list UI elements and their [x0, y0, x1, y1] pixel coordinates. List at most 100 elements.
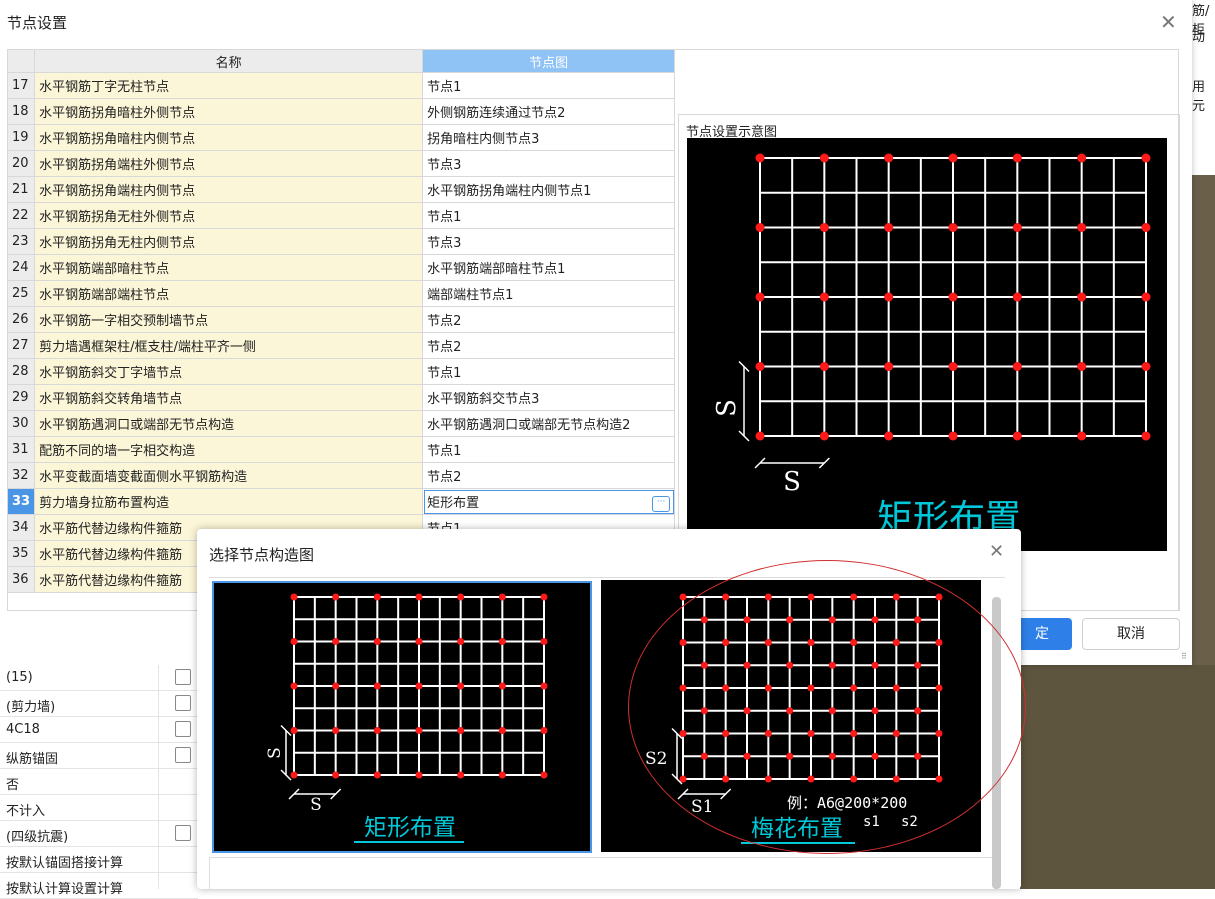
resize-grip-icon[interactable]: ⠿: [1181, 652, 1187, 661]
tie-bar-dot: [764, 639, 772, 646]
tie-bar-dot: [764, 593, 772, 601]
tie-bar-dot: [457, 727, 465, 734]
row-name: 水平钢筋拐角端柱内侧节点: [34, 176, 424, 203]
table-row[interactable]: 17 水平钢筋丁字无柱节点 节点1: [6, 72, 676, 99]
table-row[interactable]: 32 水平变截面墙变截面侧水平钢筋构造 节点2: [6, 462, 676, 489]
tie-bar-dot: [540, 727, 548, 734]
tie-bar-dot: [850, 639, 858, 646]
tie-bar-dot: [828, 616, 836, 624]
table-row[interactable]: 19 水平钢筋拐角暗柱内侧节点 拐角暗柱内侧节点3: [6, 124, 676, 151]
row-value[interactable]: 节点2: [422, 332, 676, 359]
table-row[interactable]: 21 水平钢筋拐角端柱内侧节点 水平钢筋拐角端柱内侧节点1: [6, 176, 676, 203]
table-row[interactable]: 27 剪力墙遇框架柱/框支柱/端柱平齐一侧 节点2: [6, 332, 676, 359]
row-number: 34: [6, 514, 36, 541]
tie-bar-dot: [415, 727, 423, 734]
tie-bar-dot: [884, 431, 894, 441]
row-value-text: 节点1: [427, 210, 462, 225]
example-s1-label: s1: [863, 814, 880, 830]
tie-bar-dot: [540, 771, 548, 779]
tie-bar-dot: [679, 730, 687, 737]
more-options-button[interactable]: ···: [652, 495, 671, 512]
row-name: 水平钢筋一字相交预制墙节点: [34, 306, 424, 333]
row-value[interactable]: 节点2: [422, 306, 676, 333]
property-row[interactable]: 按默认锚固搭接计算: [0, 847, 198, 873]
tie-bar-dot: [700, 616, 708, 624]
row-name: 水平钢筋拐角无柱外侧节点: [34, 202, 424, 229]
row-value[interactable]: 节点3: [422, 150, 676, 177]
row-value[interactable]: 节点1: [422, 72, 676, 99]
tie-bar-dot: [807, 684, 815, 692]
tie-bar-dot: [807, 639, 815, 646]
tie-bar-dot: [722, 730, 730, 737]
table-row[interactable]: 29 水平钢筋斜交转角墙节点 水平钢筋斜交节点3: [6, 384, 676, 411]
property-checkbox[interactable]: [175, 695, 191, 711]
close-icon[interactable]: ✕: [989, 541, 1004, 562]
tie-bar-dot: [935, 775, 943, 783]
table-row[interactable]: 23 水平钢筋拐角无柱内侧节点 节点3: [6, 228, 676, 255]
row-value[interactable]: 拐角暗柱内侧节点3: [422, 124, 676, 151]
column-header-name[interactable]: 名称: [34, 49, 424, 73]
property-row[interactable]: (15): [0, 665, 198, 691]
table-row[interactable]: 33 剪力墙身拉筋布置构造 矩形布置 ···: [6, 488, 676, 515]
row-value[interactable]: 节点3: [422, 228, 676, 255]
tie-bar-dot: [373, 771, 381, 779]
tie-bar-dot: [1012, 431, 1022, 441]
tie-bar-dot: [1077, 362, 1087, 371]
row-value[interactable]: 节点1: [422, 202, 676, 229]
tie-bar-dot: [914, 707, 922, 715]
table-row[interactable]: 24 水平钢筋端部暗柱节点 水平钢筋端部暗柱节点1: [6, 254, 676, 281]
column-header-diagram[interactable]: 节点图: [422, 49, 676, 73]
tie-bar-dot: [828, 707, 836, 715]
row-value[interactable]: 节点1: [422, 436, 676, 463]
property-row[interactable]: (剪力墙): [0, 691, 198, 717]
table-row[interactable]: 31 配筋不同的墙一字相交构造 节点1: [6, 436, 676, 463]
tie-bar-dot: [373, 638, 381, 645]
rect-layout-thumbnail: S S 矩形布置: [265, 593, 548, 843]
row-number: 35: [6, 540, 36, 567]
property-row[interactable]: 纵筋锚固: [0, 743, 198, 769]
row-value-text: 节点3: [427, 236, 462, 251]
property-checkbox[interactable]: [175, 669, 191, 685]
option-rect-layout[interactable]: S S 矩形布置: [212, 581, 592, 853]
row-value[interactable]: 水平钢筋端部暗柱节点1: [422, 254, 676, 281]
table-row[interactable]: 30 水平钢筋遇洞口或端部无节点构造 水平钢筋遇洞口或端部无节点构造2: [6, 410, 676, 437]
table-row[interactable]: 18 水平钢筋拐角暗柱外侧节点 外侧钢筋连续通过节点2: [6, 98, 676, 125]
dialog-title: 选择节点构造图: [209, 546, 315, 564]
cancel-button[interactable]: 取消: [1082, 618, 1180, 650]
row-value[interactable]: 节点2: [422, 462, 676, 489]
table-row[interactable]: 26 水平钢筋一字相交预制墙节点 节点2: [6, 306, 676, 333]
row-value-text: 节点2: [427, 470, 462, 485]
tie-bar-dot: [807, 593, 815, 601]
table-row[interactable]: 20 水平钢筋拐角端柱外侧节点 节点3: [6, 150, 676, 177]
property-row[interactable]: 不计入: [0, 795, 198, 821]
close-icon[interactable]: ✕: [1160, 10, 1177, 34]
ok-button[interactable]: 定: [1012, 618, 1072, 650]
table-row[interactable]: 22 水平钢筋拐角无柱外侧节点 节点1: [6, 202, 676, 229]
row-value[interactable]: 节点1: [422, 358, 676, 385]
scrollbar[interactable]: [992, 597, 1001, 889]
option-plum-layout[interactable]: S2 S1 例：A6@200*200 s1 s2 梅花布置: [601, 580, 981, 852]
property-row[interactable]: 否: [0, 769, 198, 795]
row-value[interactable]: 水平钢筋斜交节点3: [422, 384, 676, 411]
row-name: 水平钢筋拐角暗柱外侧节点: [34, 98, 424, 125]
property-checkbox[interactable]: [175, 721, 191, 737]
property-row[interactable]: (四级抗震): [0, 821, 198, 847]
tie-bar-dot: [884, 223, 894, 232]
row-value[interactable]: 水平钢筋拐角端柱内侧节点1: [422, 176, 676, 203]
tie-bar-dot: [819, 292, 829, 302]
table-row[interactable]: 25 水平钢筋端部端柱节点 端部端柱节点1: [6, 280, 676, 307]
row-value[interactable]: 外侧钢筋连续通过节点2: [422, 98, 676, 125]
property-checkbox[interactable]: [175, 747, 191, 763]
property-row[interactable]: 4C18: [0, 717, 198, 743]
row-value[interactable]: 端部端柱节点1: [422, 280, 676, 307]
row-value[interactable]: 水平钢筋遇洞口或端部无节点构造2: [422, 410, 676, 437]
tie-bar-dot: [755, 431, 765, 441]
row-value[interactable]: 矩形布置 ···: [422, 488, 676, 515]
tie-bar-dot: [764, 775, 772, 783]
tie-bar-dot: [807, 730, 815, 737]
property-checkbox[interactable]: [175, 825, 191, 841]
property-row[interactable]: 按默认计算设置计算: [0, 873, 198, 899]
row-name: 水平钢筋丁字无柱节点: [34, 72, 424, 99]
table-row[interactable]: 28 水平钢筋斜交丁字墙节点 节点1: [6, 358, 676, 385]
tie-bar-dot: [743, 616, 751, 624]
